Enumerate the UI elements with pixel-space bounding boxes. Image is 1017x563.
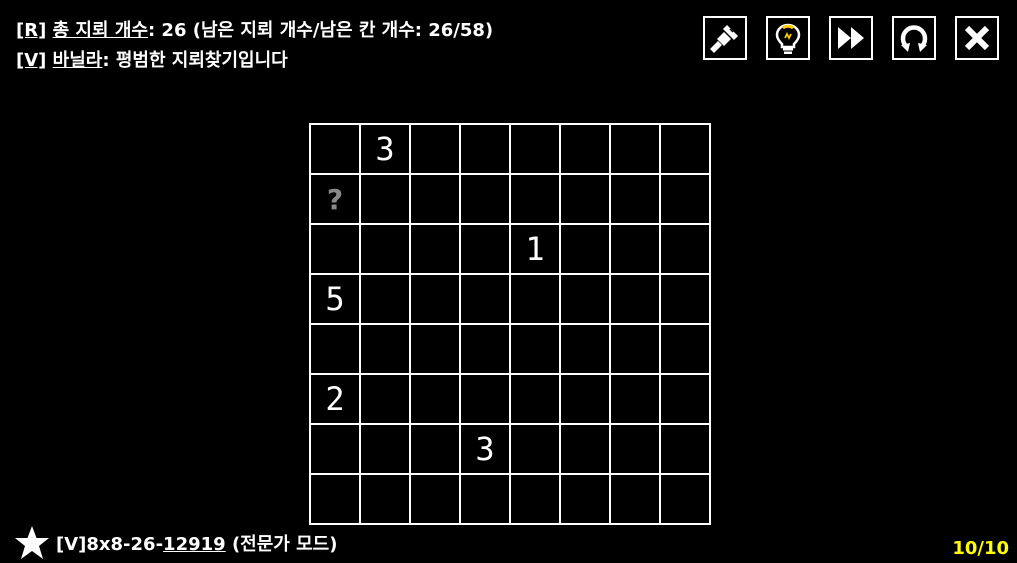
board-cell[interactable]	[661, 475, 711, 525]
board-cell[interactable]	[461, 475, 511, 525]
puzzle-id[interactable]: 12919	[163, 534, 226, 555]
board-cell[interactable]	[561, 225, 611, 275]
board-cell[interactable]	[411, 325, 461, 375]
rule-description: : 평범한 지뢰찾기입니다	[102, 50, 288, 71]
board-cell[interactable]	[511, 125, 561, 175]
board-cell[interactable]	[511, 175, 561, 225]
hint-button[interactable]	[766, 16, 810, 60]
board-cell[interactable]	[511, 275, 561, 325]
board-cell[interactable]	[661, 425, 711, 475]
puzzle-mode: (전문가 모드)	[225, 534, 338, 555]
puzzle-code: [V]8x8-26-12919 (전문가 모드)	[56, 530, 337, 556]
board-cell[interactable]	[611, 125, 661, 175]
rule-name[interactable]: 바닐라	[53, 50, 103, 71]
restart-button[interactable]	[892, 16, 936, 60]
toolbar	[703, 16, 999, 60]
restart-icon	[900, 25, 928, 52]
board-cell[interactable]	[661, 325, 711, 375]
board-cell[interactable]	[311, 125, 361, 175]
board-cell[interactable]: 5	[311, 275, 361, 325]
fast-forward-icon	[838, 27, 864, 49]
board-cell[interactable]	[661, 275, 711, 325]
mine-count-text: : 26 (남은 지뢰 개수/남은 칸 개수: 26/58)	[147, 20, 494, 41]
rule-tag[interactable]: [R]	[16, 20, 46, 41]
board-cell[interactable]	[611, 175, 661, 225]
board-cell[interactable]	[611, 275, 661, 325]
puzzle-prefix: [V]8x8-26-	[56, 534, 164, 555]
board-cell[interactable]	[661, 125, 711, 175]
board-cell[interactable]	[661, 225, 711, 275]
board-cell[interactable]	[561, 425, 611, 475]
board-cell[interactable]	[611, 375, 661, 425]
board-cell[interactable]	[611, 225, 661, 275]
rule-tag[interactable]: [V]	[16, 50, 46, 71]
board-cell[interactable]: 1	[511, 225, 561, 275]
board-cell[interactable]	[661, 375, 711, 425]
skip-button[interactable]	[829, 16, 873, 60]
board-cell[interactable]	[561, 375, 611, 425]
board-cell[interactable]	[461, 125, 511, 175]
board-cell[interactable]	[311, 325, 361, 375]
board-cell[interactable]	[511, 475, 561, 525]
board-cell[interactable]	[561, 325, 611, 375]
board-cell[interactable]	[511, 375, 561, 425]
board-cell[interactable]	[311, 475, 361, 525]
board-cell[interactable]: 3	[461, 425, 511, 475]
board-cell[interactable]	[311, 425, 361, 475]
rule-name[interactable]: 총 지뢰 개수	[53, 20, 148, 41]
board-cell[interactable]	[561, 475, 611, 525]
board-cell[interactable]	[311, 225, 361, 275]
board-cell[interactable]	[361, 325, 411, 375]
progress-counter: 10/10	[952, 538, 1009, 559]
game-board: 3? 1 5 2 3	[309, 123, 711, 525]
board-cell[interactable]	[461, 375, 511, 425]
board-cell[interactable]	[361, 175, 411, 225]
board-cell[interactable]	[511, 325, 561, 375]
board-cell[interactable]	[361, 225, 411, 275]
board-cell[interactable]	[461, 275, 511, 325]
board-cell[interactable]	[511, 425, 561, 475]
puzzle-info: [V]8x8-26-12919 (전문가 모드)	[14, 525, 337, 561]
board-cell[interactable]	[361, 375, 411, 425]
board-cell[interactable]	[461, 325, 511, 375]
board-cell[interactable]	[561, 125, 611, 175]
board-cell[interactable]	[461, 175, 511, 225]
board-cell[interactable]	[611, 475, 661, 525]
board-cell[interactable]	[411, 425, 461, 475]
board-cell[interactable]	[411, 275, 461, 325]
board-cell[interactable]	[611, 425, 661, 475]
board-cell[interactable]	[411, 475, 461, 525]
board-cell[interactable]	[661, 175, 711, 225]
rule-line-vanilla: [V] 바닐라: 평범한 지뢰찾기입니다	[16, 46, 288, 72]
close-icon	[964, 25, 990, 51]
lightbulb-icon	[775, 23, 801, 54]
paintbrush-icon	[710, 25, 738, 53]
board-cell[interactable]	[611, 325, 661, 375]
board-cell[interactable]	[561, 275, 611, 325]
board-cell[interactable]: 3	[361, 125, 411, 175]
board-cell[interactable]	[411, 125, 461, 175]
board-cell[interactable]: 2	[311, 375, 361, 425]
board-cell[interactable]	[361, 275, 411, 325]
board-cell[interactable]	[411, 375, 461, 425]
board-cell[interactable]: ?	[311, 175, 361, 225]
board-cell[interactable]	[361, 425, 411, 475]
board-cell[interactable]	[411, 225, 461, 275]
rule-line-total-mines: [R] 총 지뢰 개수: 26 (남은 지뢰 개수/남은 칸 개수: 26/58…	[16, 16, 493, 42]
board-cell[interactable]	[561, 175, 611, 225]
board-cell[interactable]	[361, 475, 411, 525]
board-cell[interactable]	[411, 175, 461, 225]
paint-button[interactable]	[703, 16, 747, 60]
close-button[interactable]	[955, 16, 999, 60]
board-cell[interactable]	[461, 225, 511, 275]
star-icon[interactable]	[14, 525, 50, 561]
